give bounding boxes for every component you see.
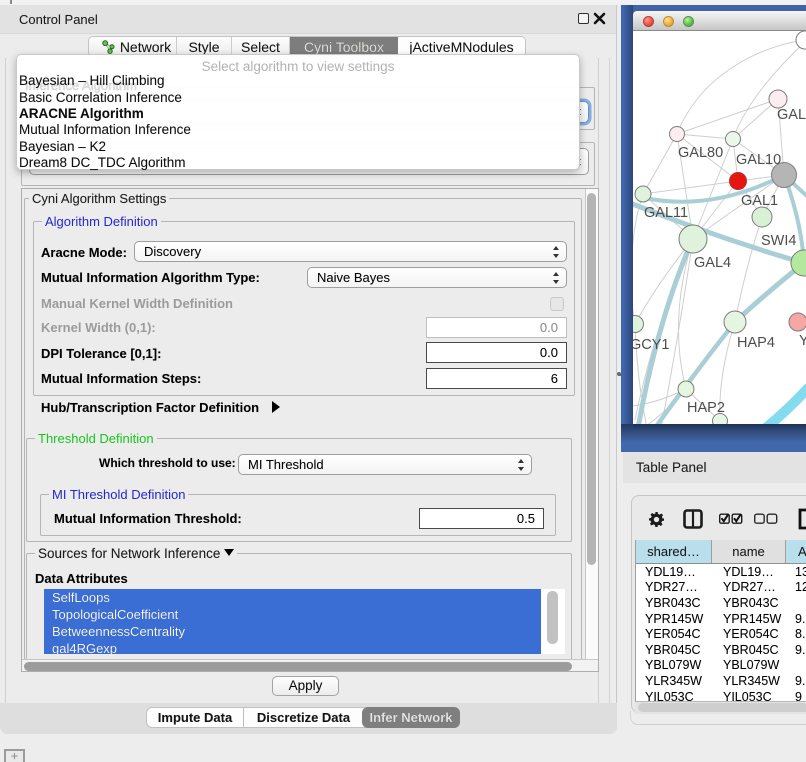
svg-text:GAL7: GAL7 [777, 107, 806, 123]
svg-text:GAL80: GAL80 [678, 145, 723, 161]
svg-text:GAL10: GAL10 [736, 152, 781, 168]
svg-text:GAL4: GAL4 [694, 255, 731, 271]
svg-text:SWI4: SWI4 [761, 233, 796, 249]
svg-text:YJR153W: YJR153W [799, 333, 806, 349]
svg-text:GAL11: GAL11 [644, 205, 688, 221]
svg-text:HAP4: HAP4 [737, 335, 775, 351]
svg-text:GCY1: GCY1 [633, 337, 670, 353]
svg-text:GAL1: GAL1 [741, 193, 778, 209]
svg-text:HAP2: HAP2 [687, 400, 725, 416]
